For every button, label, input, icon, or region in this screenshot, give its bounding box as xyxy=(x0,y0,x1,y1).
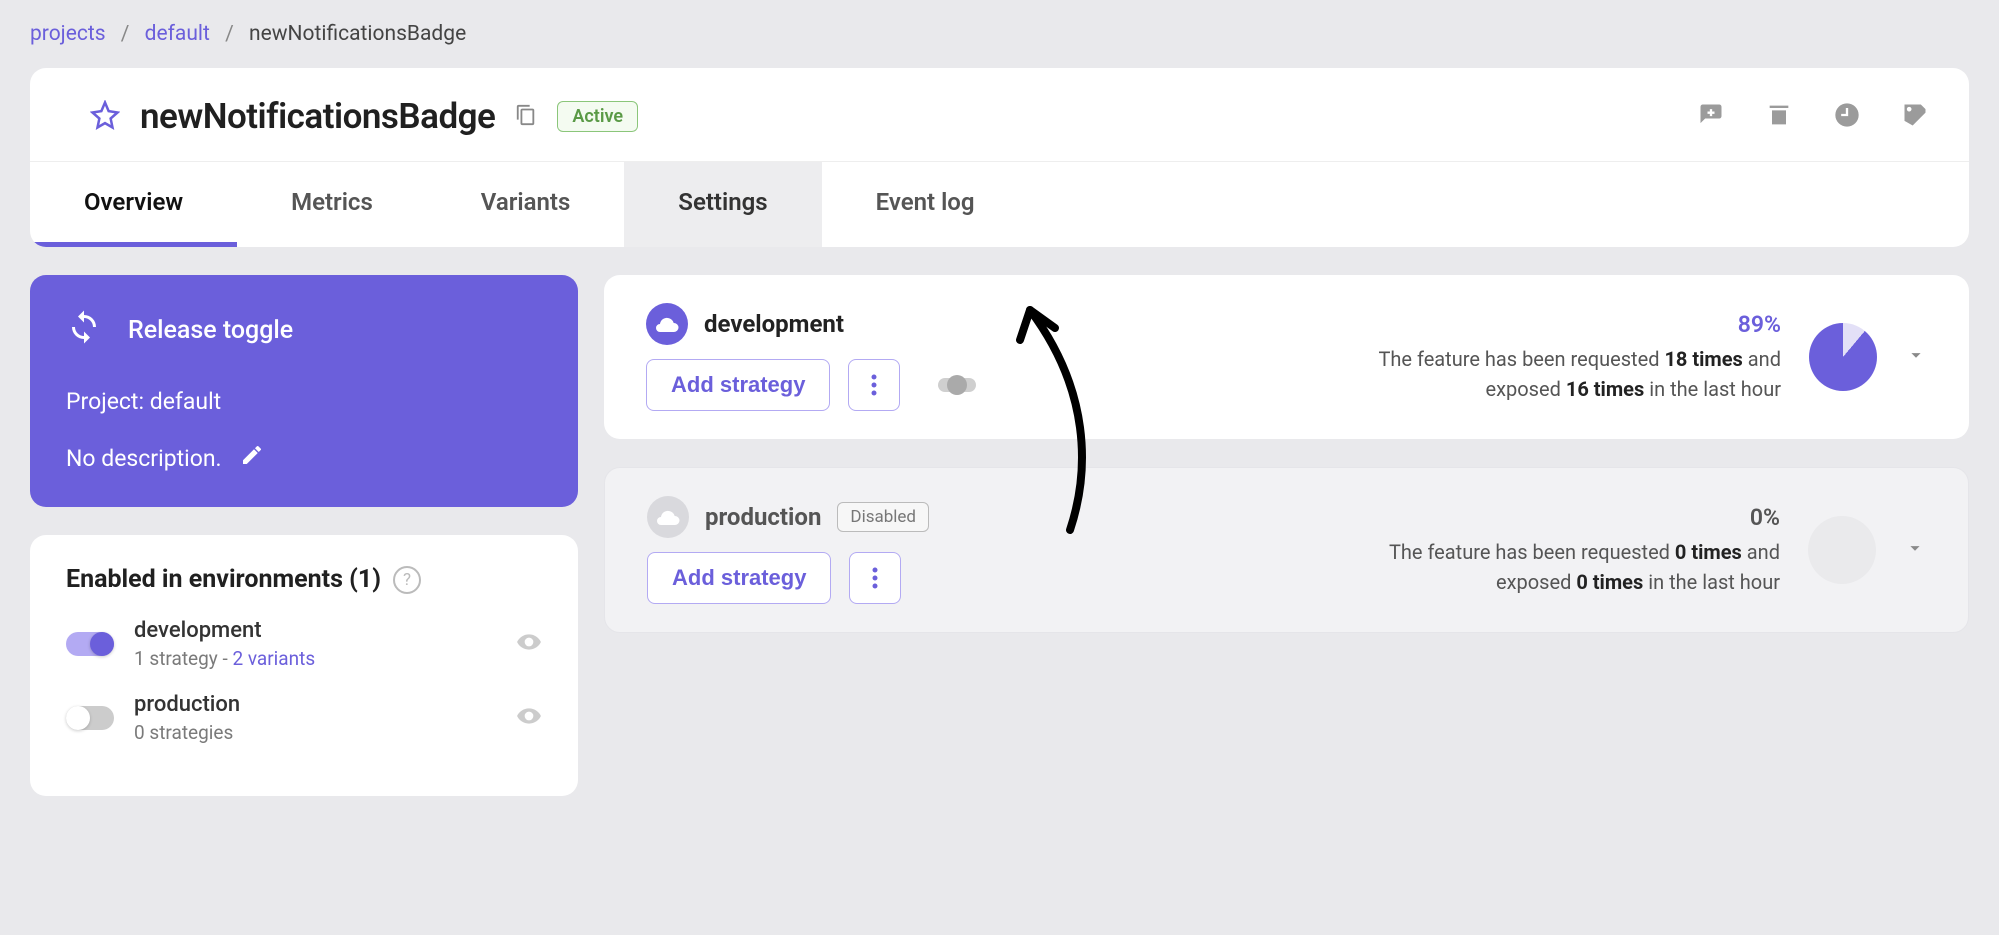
env-item-development: development 1 strategy - 2 variants xyxy=(66,618,542,670)
mini-toggle[interactable] xyxy=(938,378,976,392)
tab-variants[interactable]: Variants xyxy=(427,162,625,247)
tab-settings[interactable]: Settings xyxy=(624,162,821,247)
chevron-down-icon[interactable] xyxy=(1905,344,1927,370)
star-icon[interactable] xyxy=(90,100,120,134)
env-item-production: production 0 strategies xyxy=(66,692,542,744)
disabled-badge: Disabled xyxy=(837,502,929,532)
env-panel-development: development Add strategy 89% The xyxy=(604,275,1969,439)
add-strategy-button[interactable]: Add strategy xyxy=(647,552,831,604)
visibility-icon[interactable] xyxy=(516,703,542,733)
exposure-desc: The feature has been requested 18 times … xyxy=(1361,344,1781,404)
cloud-icon xyxy=(646,303,688,345)
env-sub: 1 strategy - 2 variants xyxy=(134,647,315,670)
more-button[interactable] xyxy=(849,552,901,604)
environments-card: Enabled in environments (1) ? developmen… xyxy=(30,535,578,796)
breadcrumb-projects[interactable]: projects xyxy=(30,22,106,46)
env-toggle-development[interactable] xyxy=(66,632,114,656)
exposure-percent: 0% xyxy=(1360,504,1780,531)
env-name: production xyxy=(134,692,240,717)
env-name: development xyxy=(134,618,315,643)
release-description: No description. xyxy=(66,445,222,472)
variants-link[interactable]: 2 variants xyxy=(232,647,315,670)
env-panel-production: production Disabled Add strategy 0% xyxy=(604,467,1969,633)
tab-event-log[interactable]: Event log xyxy=(822,162,1029,247)
exposure-percent: 89% xyxy=(1361,311,1781,338)
release-toggle-title: Release toggle xyxy=(128,316,293,345)
edit-icon[interactable] xyxy=(240,443,264,473)
release-project: Project: default xyxy=(66,388,542,415)
status-badge: Active xyxy=(557,101,638,132)
copy-icon[interactable] xyxy=(515,104,537,130)
pie-chart xyxy=(1809,323,1877,391)
chevron-down-icon[interactable] xyxy=(1904,537,1926,563)
add-strategy-button[interactable]: Add strategy xyxy=(646,359,830,411)
more-button[interactable] xyxy=(848,359,900,411)
breadcrumb-current: newNotificationsBadge xyxy=(249,22,466,46)
pie-chart xyxy=(1808,516,1876,584)
tab-overview[interactable]: Overview xyxy=(30,162,237,247)
archive-icon[interactable] xyxy=(1765,101,1793,133)
environments-title: Enabled in environments (1) xyxy=(66,565,381,594)
cloud-icon xyxy=(647,496,689,538)
feature-header-card: newNotificationsBadge Active Overview Me… xyxy=(30,68,1969,247)
add-icon[interactable] xyxy=(1697,101,1725,133)
visibility-icon[interactable] xyxy=(516,629,542,659)
tab-metrics[interactable]: Metrics xyxy=(237,162,427,247)
env-panel-name: production xyxy=(705,503,821,531)
breadcrumb-default[interactable]: default xyxy=(145,22,210,46)
breadcrumb: projects / default / newNotificationsBad… xyxy=(0,0,1999,68)
env-sub: 0 strategies xyxy=(134,721,240,744)
exposure-desc: The feature has been requested 0 times a… xyxy=(1360,537,1780,597)
release-toggle-card: Release toggle Project: default No descr… xyxy=(30,275,578,507)
recycle-icon xyxy=(66,309,102,352)
clock-icon[interactable] xyxy=(1833,101,1861,133)
breadcrumb-sep: / xyxy=(121,22,130,46)
env-toggle-production[interactable] xyxy=(66,706,114,730)
help-icon[interactable]: ? xyxy=(393,566,421,594)
breadcrumb-sep: / xyxy=(225,22,234,46)
feature-name: newNotificationsBadge xyxy=(140,96,495,137)
tabs: Overview Metrics Variants Settings Event… xyxy=(30,162,1969,247)
env-panel-name: development xyxy=(704,310,844,338)
tag-icon[interactable] xyxy=(1901,101,1929,133)
